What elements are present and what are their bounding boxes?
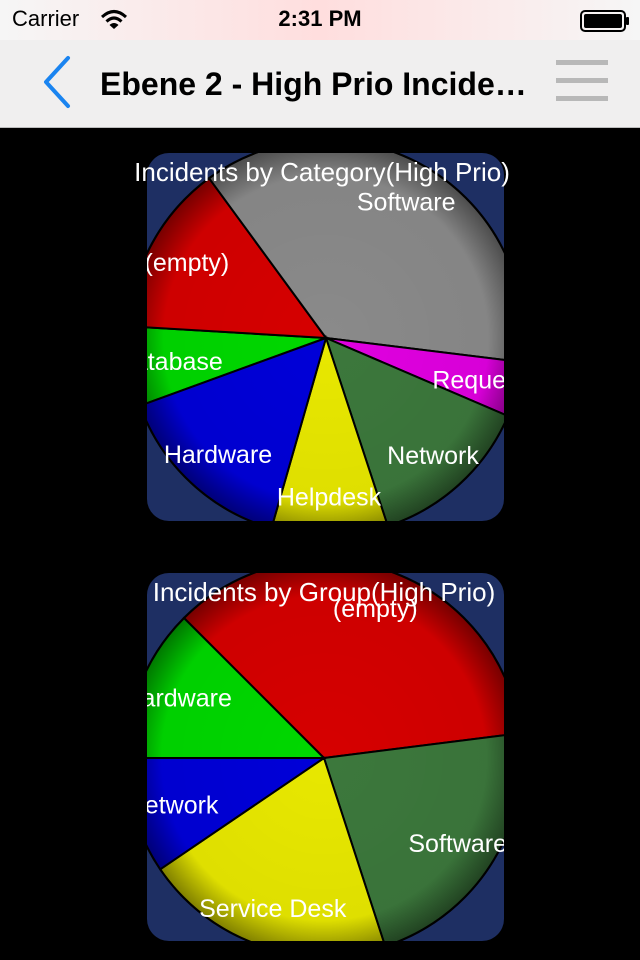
slice-label-network: Network	[127, 792, 219, 820]
status-bar: Carrier 2:31 PM	[0, 0, 640, 40]
navigation-bar: Ebene 2 - High Prio Incidents	[0, 40, 640, 128]
category-chart-title: Incidents by Category(High Prio)	[134, 157, 510, 187]
battery-icon	[580, 10, 629, 32]
hamburger-menu-icon[interactable]	[556, 60, 608, 104]
slice-label-database: Database	[116, 348, 223, 376]
slice-label-hardware: Hardware	[164, 441, 272, 469]
category-pie-chart: Database (empty) Software Request NetworkHel…	[116, 153, 525, 521]
group-chart-title: Incidents by Group(High Prio)	[153, 577, 495, 607]
slice-label-empty: (empty)	[145, 249, 230, 277]
slice-label-service-desk: Service Desk	[199, 895, 347, 923]
slice-label-request: Request	[432, 366, 525, 394]
slice-label-network: Network	[387, 442, 479, 470]
pie-shading	[147, 153, 504, 521]
slice-label-hardware: Hardware	[124, 684, 232, 712]
status-time: 2:31 PM	[278, 6, 362, 31]
group-pie-chart: (empty)SoftwareService DeskNetworkHardwa…	[124, 573, 507, 941]
nav-title: Ebene 2 - High Prio Incidents	[100, 66, 540, 102]
slice-label-software: Software	[357, 188, 456, 216]
slice-label-software: Software	[408, 830, 507, 858]
slice-label-helpdesk: Helpdesk	[277, 483, 382, 511]
back-chevron-icon[interactable]	[30, 54, 80, 110]
